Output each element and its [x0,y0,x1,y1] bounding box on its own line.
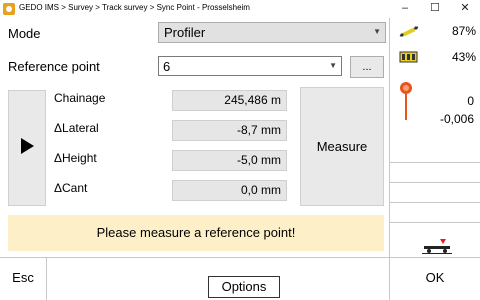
play-button[interactable] [8,90,46,206]
chevron-down-icon: ▼ [329,61,337,70]
chainage-value: 245,486 m [172,90,287,111]
mode-select[interactable]: Profiler ▼ [158,22,386,43]
battery-icon [399,51,418,63]
browse-reference-button[interactable]: ... [350,56,384,78]
close-button[interactable]: ✕ [450,0,480,18]
mode-label: Mode [8,26,41,41]
reference-point-label: Reference point [8,59,100,74]
esc-divider [46,257,47,300]
ok-button[interactable]: OK [390,258,480,300]
chevron-down-icon: ▼ [373,27,381,36]
window-title: GEDO IMS > Survey > Track survey > Sync … [19,3,250,12]
reference-point-value: 6 [163,59,171,74]
delta-height-label: ΔHeight [54,151,97,165]
status-cell [390,162,480,182]
delta-lateral-label: ΔLateral [54,121,99,135]
status-value-1: 0 [467,94,474,108]
delta-cant-label: ΔCant [54,181,88,195]
reference-point-select[interactable]: 6 ▼ [158,56,342,76]
signal-device-icon [399,26,419,37]
status-cell [390,182,480,202]
minimize-button[interactable]: – [390,0,420,18]
trolley-icon [422,239,452,254]
app-logo-icon [3,3,15,15]
maximize-button[interactable]: ☐ [420,0,450,18]
status-cell [390,202,480,222]
measure-button[interactable]: Measure [300,87,384,206]
chainage-label: Chainage [54,91,106,105]
options-button[interactable]: Options [208,276,280,298]
esc-button[interactable]: Esc [0,258,46,300]
status-message: Please measure a reference point! [8,215,384,251]
delta-cant-value: 0,0 mm [172,180,287,201]
mode-value: Profiler [164,25,206,40]
status-value-2: -0,006 [439,112,474,126]
delta-lateral-value: -8,7 mm [172,120,287,141]
play-icon [21,138,34,154]
signal-percent: 87% [451,24,476,38]
pin-marker-icon [400,82,412,120]
battery-percent: 43% [451,50,476,64]
delta-height-value: -5,0 mm [172,150,287,171]
